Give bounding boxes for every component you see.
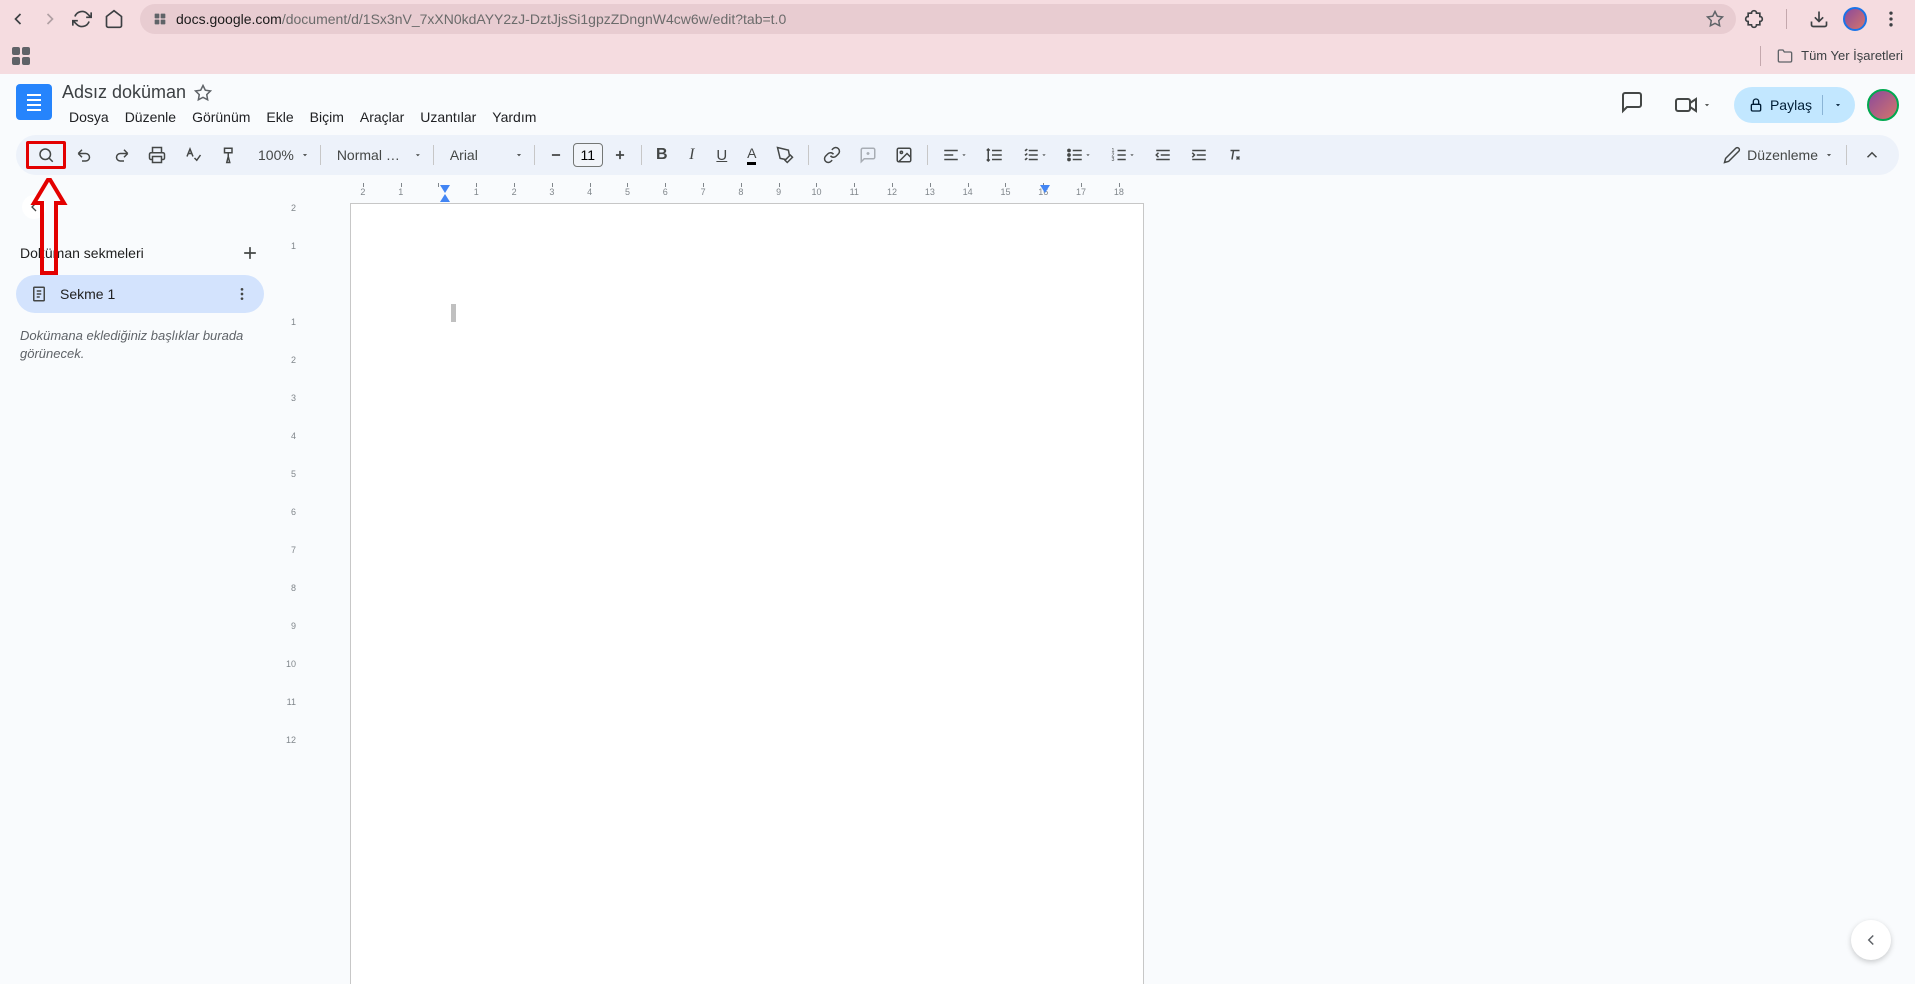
redo-button[interactable]	[104, 141, 138, 169]
sidebar-hint: Dokümana eklediğiniz başlıklar burada gö…	[16, 327, 264, 363]
dropdown-icon	[1702, 100, 1712, 110]
paint-format-button[interactable]	[212, 141, 246, 169]
align-button[interactable]	[934, 141, 976, 169]
profile-avatar[interactable]	[1843, 7, 1867, 31]
svg-text:3: 3	[1111, 157, 1114, 163]
underline-button[interactable]: U	[708, 141, 736, 169]
comments-button[interactable]	[1612, 82, 1652, 127]
meet-button[interactable]	[1664, 87, 1722, 123]
menu-format[interactable]: Biçim	[303, 105, 351, 129]
download-icon[interactable]	[1809, 9, 1829, 29]
menu-insert[interactable]: Ekle	[259, 105, 300, 129]
divider	[1786, 9, 1787, 29]
font-dropdown[interactable]: Arial	[440, 143, 528, 167]
document-canvas: 2 1 1 2 3 4 5 6 7 8 9 10 11 12 13 14 15 …	[280, 183, 1915, 984]
undo-button[interactable]	[68, 141, 102, 169]
explore-button[interactable]	[1851, 920, 1891, 960]
reload-icon[interactable]	[72, 9, 92, 29]
text-cursor	[451, 304, 456, 322]
document-tabs-sidebar: Doküman sekmeleri Sekme 1 Dokümana ekled…	[0, 183, 280, 984]
clear-format-button[interactable]	[1218, 141, 1252, 169]
highlight-button[interactable]	[768, 141, 802, 169]
font-size-input[interactable]	[573, 143, 603, 167]
apps-icon[interactable]	[12, 47, 30, 65]
styles-dropdown[interactable]: Normal m...	[327, 143, 427, 167]
left-margin-marker[interactable]	[440, 185, 450, 193]
document-icon	[30, 285, 48, 303]
spellcheck-button[interactable]	[176, 141, 210, 169]
decrease-indent-button[interactable]	[1146, 141, 1180, 169]
annotation-arrow	[24, 178, 74, 278]
pencil-icon	[1723, 146, 1741, 164]
link-button[interactable]	[815, 141, 849, 169]
image-button[interactable]	[887, 141, 921, 169]
menu-view[interactable]: Görünüm	[185, 105, 257, 129]
right-margin-marker[interactable]	[1040, 185, 1050, 193]
toolbar: 100% Normal m... Arial B I U A 123 Düzen…	[16, 135, 1899, 175]
browser-nav	[8, 9, 124, 29]
comment-button[interactable]	[851, 141, 885, 169]
increase-font-button[interactable]	[605, 141, 635, 169]
lock-icon	[1748, 97, 1764, 113]
bold-button[interactable]: B	[648, 141, 676, 169]
site-info-icon[interactable]	[152, 11, 168, 27]
home-icon[interactable]	[104, 9, 124, 29]
main-area: Doküman sekmeleri Sekme 1 Dokümana ekled…	[0, 183, 1915, 984]
menu-file[interactable]: Dosya	[62, 105, 116, 129]
bookmarks-folder[interactable]: Tüm Yer İşaretleri	[1752, 46, 1903, 66]
add-tab-button[interactable]	[240, 243, 260, 263]
account-avatar[interactable]	[1867, 89, 1899, 121]
browser-chrome: docs.google.com/document/d/1Sx3nV_7xXN0k…	[0, 0, 1915, 37]
star-icon[interactable]	[1706, 10, 1724, 28]
horizontal-ruler[interactable]: 2 1 1 2 3 4 5 6 7 8 9 10 11 12 13 14 15 …	[280, 183, 1915, 203]
toolbar-container: 100% Normal m... Arial B I U A 123 Düzen…	[0, 129, 1915, 183]
star-icon[interactable]	[194, 84, 212, 102]
tab-more-icon[interactable]	[234, 286, 250, 302]
menu-bar: Dosya Düzenle Görünüm Ekle Biçim Araçlar…	[62, 105, 543, 129]
editing-mode-dropdown[interactable]: Düzenleme	[1713, 142, 1838, 168]
menu-tools[interactable]: Araçlar	[353, 105, 411, 129]
menu-help[interactable]: Yardım	[485, 105, 543, 129]
left-indent-marker[interactable]	[440, 194, 450, 202]
search-menus-button[interactable]	[26, 141, 66, 169]
dropdown-icon	[1833, 100, 1843, 110]
url-bar[interactable]: docs.google.com/document/d/1Sx3nV_7xXN0k…	[140, 4, 1736, 34]
line-spacing-button[interactable]	[978, 141, 1012, 169]
decrease-font-button[interactable]	[541, 141, 571, 169]
menu-icon[interactable]	[1881, 9, 1901, 29]
numbered-list-button[interactable]: 123	[1102, 141, 1144, 169]
print-button[interactable]	[140, 141, 174, 169]
folder-icon	[1777, 48, 1793, 64]
menu-edit[interactable]: Düzenle	[118, 105, 183, 129]
docs-header: Adsız doküman Dosya Düzenle Görünüm Ekle…	[0, 74, 1915, 129]
tab-label: Sekme 1	[60, 286, 115, 302]
collapse-toolbar-button[interactable]	[1855, 141, 1889, 169]
document-title[interactable]: Adsız doküman	[62, 82, 186, 103]
checklist-button[interactable]	[1014, 141, 1056, 169]
bookmarks-bar: Tüm Yer İşaretleri	[0, 37, 1915, 74]
zoom-dropdown[interactable]: 100%	[248, 143, 314, 167]
menu-extensions[interactable]: Uzantılar	[413, 105, 483, 129]
back-icon[interactable]	[8, 9, 28, 29]
forward-icon[interactable]	[40, 9, 60, 29]
extensions-icon[interactable]	[1744, 9, 1764, 29]
browser-actions	[1744, 7, 1901, 31]
share-button[interactable]: Paylaş	[1734, 87, 1855, 123]
tab-item-1[interactable]: Sekme 1	[16, 275, 264, 313]
increase-indent-button[interactable]	[1182, 141, 1216, 169]
italic-button[interactable]: I	[678, 141, 706, 169]
url-text: docs.google.com/document/d/1Sx3nV_7xXN0k…	[176, 11, 786, 27]
document-page[interactable]	[350, 203, 1144, 984]
docs-logo-icon[interactable]	[16, 84, 52, 120]
bullet-list-button[interactable]	[1058, 141, 1100, 169]
text-color-button[interactable]: A	[738, 141, 766, 169]
